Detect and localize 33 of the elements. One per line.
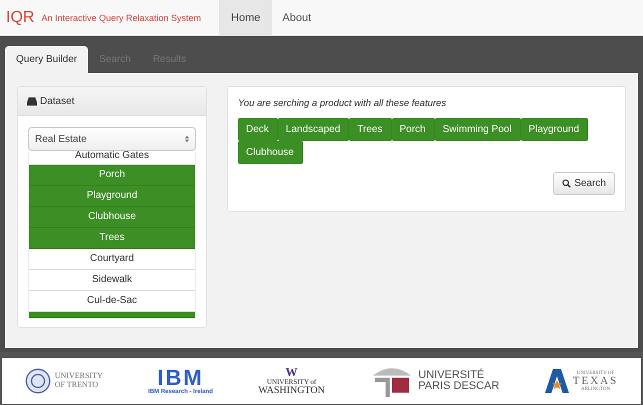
panel-title: Dataset [40, 96, 74, 106]
logo-text: IBM [157, 367, 204, 389]
search-button[interactable]: Search [553, 172, 615, 195]
brand-logo[interactable]: IQR [0, 0, 34, 35]
feature-tag[interactable]: Clubhouse [238, 141, 303, 164]
logo-text: UNIVERSITÉ PARIS DESCAR [418, 370, 500, 392]
logo-text: TEXAS [572, 376, 618, 386]
search-icon [562, 179, 572, 188]
nav-link[interactable]: About [272, 0, 322, 35]
feature-tag[interactable]: Playground [520, 118, 588, 141]
up-down-icon [185, 135, 189, 143]
logo-text: UNIVERSITY OF TRENTO [54, 372, 103, 390]
feature-item[interactable]: Trees [29, 228, 195, 249]
query-description: You are serching a product with all these features [238, 98, 448, 109]
dataset-select[interactable]: Real Estate [28, 127, 196, 151]
feature-item[interactable]: Automatic Gates [29, 151, 195, 165]
feature-tag[interactable]: Deck [238, 118, 278, 141]
feature-tag[interactable]: Porch [392, 118, 435, 141]
nav-link[interactable]: Home [219, 0, 272, 35]
app-tagline: An Interactive Query Relaxation System [40, 12, 202, 25]
tab[interactable]: Query Builder [5, 46, 88, 73]
seal-icon [24, 368, 51, 394]
hard-drive-icon [27, 96, 37, 106]
feature-item[interactable]: Playground [29, 186, 195, 207]
feature-item[interactable]: Clubhouse [29, 207, 195, 228]
feature-item[interactable]: Porch [29, 165, 195, 186]
feature-tag[interactable]: Trees [349, 118, 392, 141]
logo-text: WASHINGTON [258, 386, 325, 396]
feature-item[interactable] [29, 312, 195, 318]
feature-tag[interactable]: Swimming Pool [434, 118, 521, 141]
feature-tag[interactable]: Landscaped [278, 118, 350, 141]
logo-mark: W [286, 366, 298, 378]
star-a-icon [544, 369, 569, 393]
